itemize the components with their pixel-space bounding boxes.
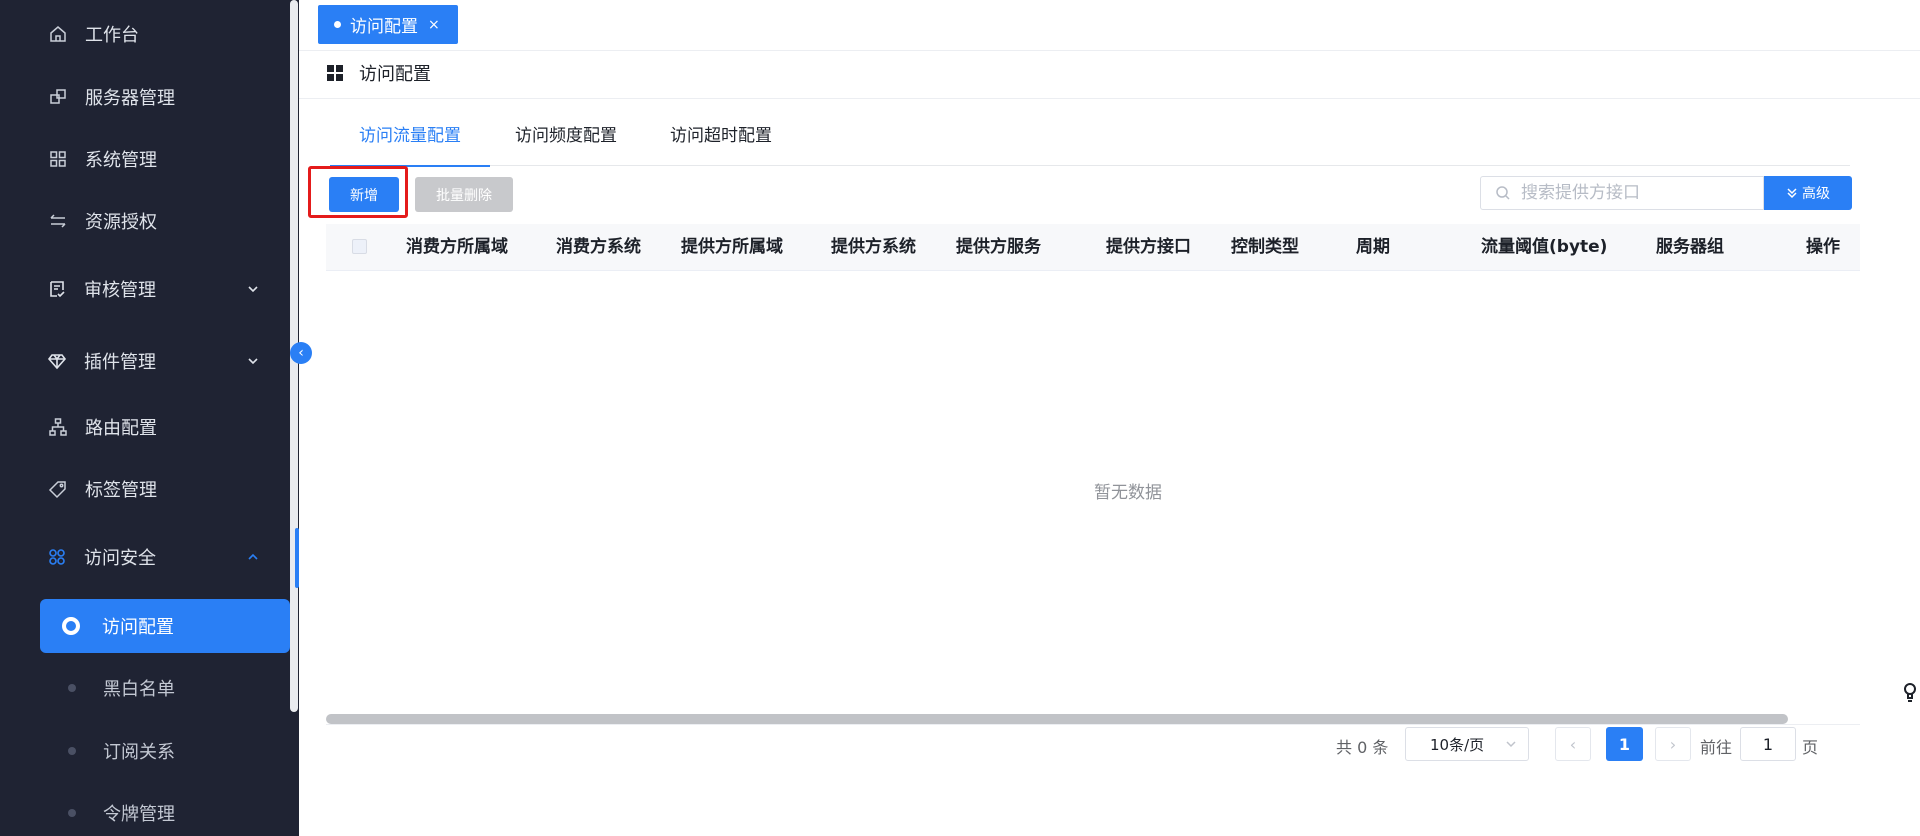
chevron-left-icon: ‹ xyxy=(1569,734,1577,754)
page-size-select[interactable]: 10条/页 xyxy=(1405,727,1529,761)
dot-icon xyxy=(68,809,76,817)
column-header[interactable]: 提供方系统 xyxy=(831,224,916,270)
sidebar-subitem-label: 令牌管理 xyxy=(103,804,175,825)
sidebar-item-audit[interactable]: 审核管理 xyxy=(0,269,290,309)
prev-page-button[interactable]: ‹ xyxy=(1555,727,1591,761)
page-title-text: 访问配置 xyxy=(359,64,431,85)
sidebar-item-tags[interactable]: 标签管理 xyxy=(0,469,290,509)
dot-icon xyxy=(68,747,76,755)
sidebar-item-label: 服务器管理 xyxy=(85,88,175,109)
diamond-icon xyxy=(46,350,68,372)
batch-delete-button[interactable]: 批量删除 xyxy=(415,177,513,212)
sidebar-item-label: 路由配置 xyxy=(85,418,157,439)
dot-icon xyxy=(68,684,76,692)
column-header[interactable]: 提供方接口 xyxy=(1106,224,1191,270)
search-box xyxy=(1480,176,1764,210)
apps-icon xyxy=(46,546,68,568)
sidebar-item-label: 资源授权 xyxy=(85,212,157,233)
goto-page-input[interactable] xyxy=(1740,727,1796,761)
active-dot-icon xyxy=(62,617,80,635)
chevron-right-icon: › xyxy=(1669,734,1677,754)
select-all-checkbox[interactable] xyxy=(352,239,367,254)
grid-icon xyxy=(47,148,69,170)
advanced-search-button[interactable]: 高级 xyxy=(1764,176,1852,210)
page-tab-bar: 访问配置 × xyxy=(299,0,1920,51)
lightbulb-icon[interactable] xyxy=(1902,682,1918,704)
goto-label: 前往 xyxy=(1700,738,1733,757)
sidebar-item-label: 标签管理 xyxy=(85,480,157,501)
dot-icon xyxy=(334,21,341,28)
divider xyxy=(299,98,1920,99)
sidebar-subitem-label: 访问配置 xyxy=(102,617,174,638)
add-button[interactable]: 新增 xyxy=(329,177,399,212)
empty-state: 暂无数据 xyxy=(1094,483,1162,503)
page-tab-access-config[interactable]: 访问配置 × xyxy=(318,5,458,44)
page-unit-label: 页 xyxy=(1802,738,1819,757)
column-header[interactable]: 流量阈值(byte) xyxy=(1481,224,1607,270)
sidebar-subitem-label: 黑白名单 xyxy=(103,679,175,700)
sidebar-item-workbench[interactable]: 工作台 xyxy=(0,14,290,54)
total-count: 共 0 条 xyxy=(1336,738,1389,757)
chevron-up-icon xyxy=(246,548,264,566)
sidebar-subitem-tokens[interactable]: 令牌管理 xyxy=(0,786,290,836)
transfer-icon xyxy=(47,210,69,232)
divider xyxy=(326,724,1860,725)
table-header: 消费方所属域 消费方系统 提供方所属域 提供方系统 提供方服务 提供方接口 控制… xyxy=(326,224,1860,271)
sidebar-item-access-security[interactable]: 访问安全 xyxy=(0,537,290,577)
sidebar-item-plugins[interactable]: 插件管理 xyxy=(0,341,290,381)
sidebar-item-routing[interactable]: 路由配置 xyxy=(0,407,290,447)
active-indicator xyxy=(295,528,299,588)
server-icon xyxy=(47,86,69,108)
advanced-label: 高级 xyxy=(1802,186,1830,202)
sidebar-item-label: 工作台 xyxy=(85,25,139,46)
audit-icon xyxy=(46,278,68,300)
sidebar-subitem-label: 订阅关系 xyxy=(103,742,175,763)
grid-icon xyxy=(327,65,343,81)
sidebar-item-label: 系统管理 xyxy=(85,150,157,171)
sidebar-subitem-access-config[interactable]: 访问配置 xyxy=(40,599,290,653)
chevron-down-icon xyxy=(1506,741,1516,748)
search-icon xyxy=(1496,186,1510,200)
column-header[interactable]: 服务器组 xyxy=(1656,224,1724,270)
chevron-down-icon xyxy=(246,352,264,370)
sidebar-subitem-blacklist[interactable]: 黑白名单 xyxy=(0,661,290,715)
next-page-button[interactable]: › xyxy=(1655,727,1691,761)
chevron-left-icon: ‹ xyxy=(298,345,304,361)
column-header[interactable]: 提供方所属域 xyxy=(681,224,783,270)
horizontal-scrollbar[interactable] xyxy=(326,714,1788,724)
column-header[interactable]: 消费方系统 xyxy=(556,224,641,270)
sidebar-subitem-subscriptions[interactable]: 订阅关系 xyxy=(0,724,290,778)
close-icon[interactable]: × xyxy=(428,17,440,33)
route-icon xyxy=(47,416,69,438)
config-tabs: 访问流量配置 访问频度配置 访问超时配置 xyxy=(330,115,1850,167)
column-header[interactable]: 消费方所属域 xyxy=(406,224,508,270)
column-header[interactable]: 提供方服务 xyxy=(956,224,1041,270)
page-tab-label: 访问配置 xyxy=(350,17,418,37)
home-icon xyxy=(47,23,69,45)
page-title: 访问配置 xyxy=(327,58,431,88)
tab-timeout-config[interactable]: 访问超时配置 xyxy=(670,115,772,165)
page-number-current[interactable]: 1 xyxy=(1606,727,1643,761)
tab-traffic-config[interactable]: 访问流量配置 xyxy=(330,115,490,167)
chevron-down-icon xyxy=(246,280,264,298)
double-chevron-down-icon xyxy=(1787,188,1797,199)
sidebar: 工作台 服务器管理 系统管理 资源授权 审核管理 插件管理 路由配置 标签管理 … xyxy=(0,0,299,836)
sidebar-item-server[interactable]: 服务器管理 xyxy=(0,77,290,117)
column-header[interactable]: 周期 xyxy=(1356,224,1390,270)
search-input[interactable] xyxy=(1519,182,1763,204)
sidebar-item-system[interactable]: 系统管理 xyxy=(0,139,290,179)
column-header[interactable]: 控制类型 xyxy=(1231,224,1299,270)
collapse-sidebar-button[interactable]: ‹ xyxy=(290,342,312,364)
column-header[interactable]: 操作 xyxy=(1806,224,1840,270)
tab-frequency-config[interactable]: 访问频度配置 xyxy=(515,115,617,165)
tag-icon xyxy=(47,478,69,500)
page-size-value: 10条/页 xyxy=(1430,735,1485,754)
sidebar-item-resource-auth[interactable]: 资源授权 xyxy=(0,201,290,241)
